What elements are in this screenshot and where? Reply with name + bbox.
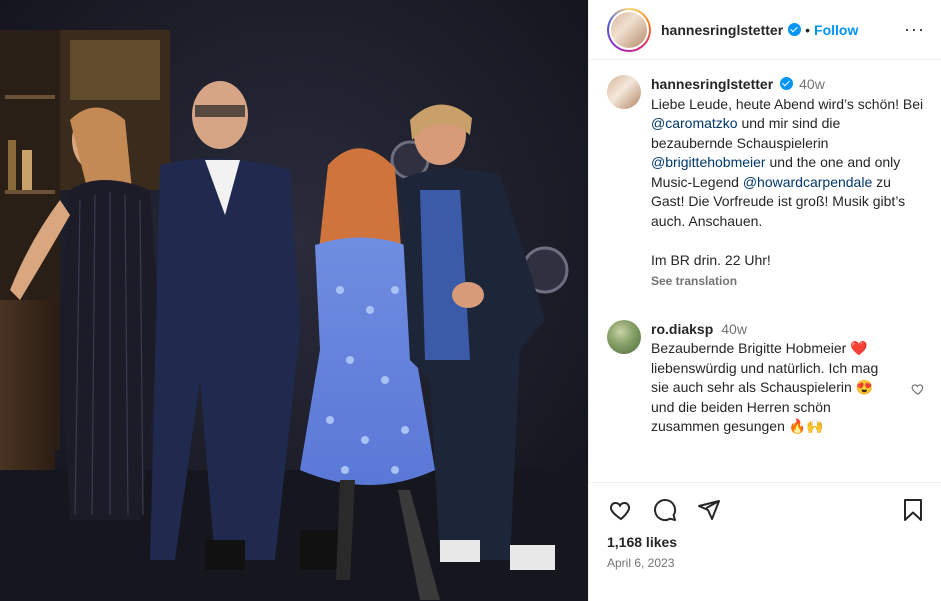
- comment-text-1: Bezaubernde Brigitte Hobmeier: [651, 340, 851, 356]
- action-bar: [589, 482, 941, 537]
- share-icon: [698, 500, 720, 520]
- comment-time[interactable]: 40w: [721, 321, 747, 337]
- comment-button[interactable]: [651, 496, 679, 524]
- comment-row: ro.diaksp 40w Bezaubernde Brigitte Hobmei…: [607, 319, 925, 437]
- bookmark-icon: [904, 499, 922, 521]
- comment-like-heart-icon[interactable]: [911, 382, 925, 396]
- mention-howardcarpendale[interactable]: @howardcarpendale: [743, 174, 872, 190]
- comment-text-2: liebenswürdig und natürlich. Ich mag sie…: [651, 359, 879, 396]
- comment-body: ro.diaksp 40w Bezaubernde Brigitte Hobmei…: [651, 320, 925, 437]
- verified-icon: [788, 23, 802, 36]
- share-button[interactable]: [695, 496, 723, 524]
- caption-time[interactable]: 40w: [799, 76, 825, 92]
- comment-icon: [654, 499, 677, 522]
- caption-username[interactable]: hannesringlstetter: [651, 76, 773, 92]
- see-translation-link[interactable]: See translation: [651, 272, 925, 292]
- likes-count[interactable]: 1,168 likes: [607, 534, 677, 550]
- caption-text-1: Liebe Leude, heute Abend wird’s schön! B…: [651, 95, 924, 112]
- like-button[interactable]: [607, 496, 635, 524]
- fire-hands-emoji: 🔥🙌: [788, 418, 824, 434]
- caption-avatar[interactable]: [607, 75, 641, 109]
- mention-caromatzko[interactable]: @caromatzko: [651, 115, 738, 131]
- avatar[interactable]: [611, 11, 647, 48]
- heart-eyes-emoji: 😍: [855, 379, 874, 395]
- caption-body: hannesringlstetter 40w Liebe Leude, heute…: [651, 75, 925, 292]
- heart-emoji: ❤️: [850, 340, 868, 356]
- separator-dot: •: [805, 21, 811, 38]
- verified-icon: [780, 77, 794, 90]
- post-date[interactable]: April 6, 2023: [607, 556, 674, 570]
- post-photo-illustration: [0, 0, 588, 601]
- header-username[interactable]: hannesringlstetter: [661, 22, 783, 38]
- caption-row: hannesringlstetter 40w Liebe Leude, heute…: [607, 75, 925, 292]
- mention-brigittehobmeier[interactable]: @brigittehobmeier: [651, 154, 766, 170]
- comments-section[interactable]: hannesringlstetter 40w Liebe Leude, heute…: [589, 61, 941, 481]
- follow-button[interactable]: Follow: [814, 22, 858, 38]
- post-details-panel: hannesringlstetter • Follow ··· hannesri…: [588, 0, 941, 601]
- more-icon[interactable]: ···: [904, 19, 925, 40]
- post-photo[interactable]: [0, 0, 588, 601]
- heart-icon: [609, 501, 631, 521]
- story-ring[interactable]: [607, 7, 651, 52]
- post-header: hannesringlstetter • Follow ···: [589, 0, 941, 60]
- comment-avatar[interactable]: [607, 319, 641, 354]
- save-button[interactable]: [899, 496, 927, 524]
- comment-username[interactable]: ro.diaksp: [651, 321, 713, 337]
